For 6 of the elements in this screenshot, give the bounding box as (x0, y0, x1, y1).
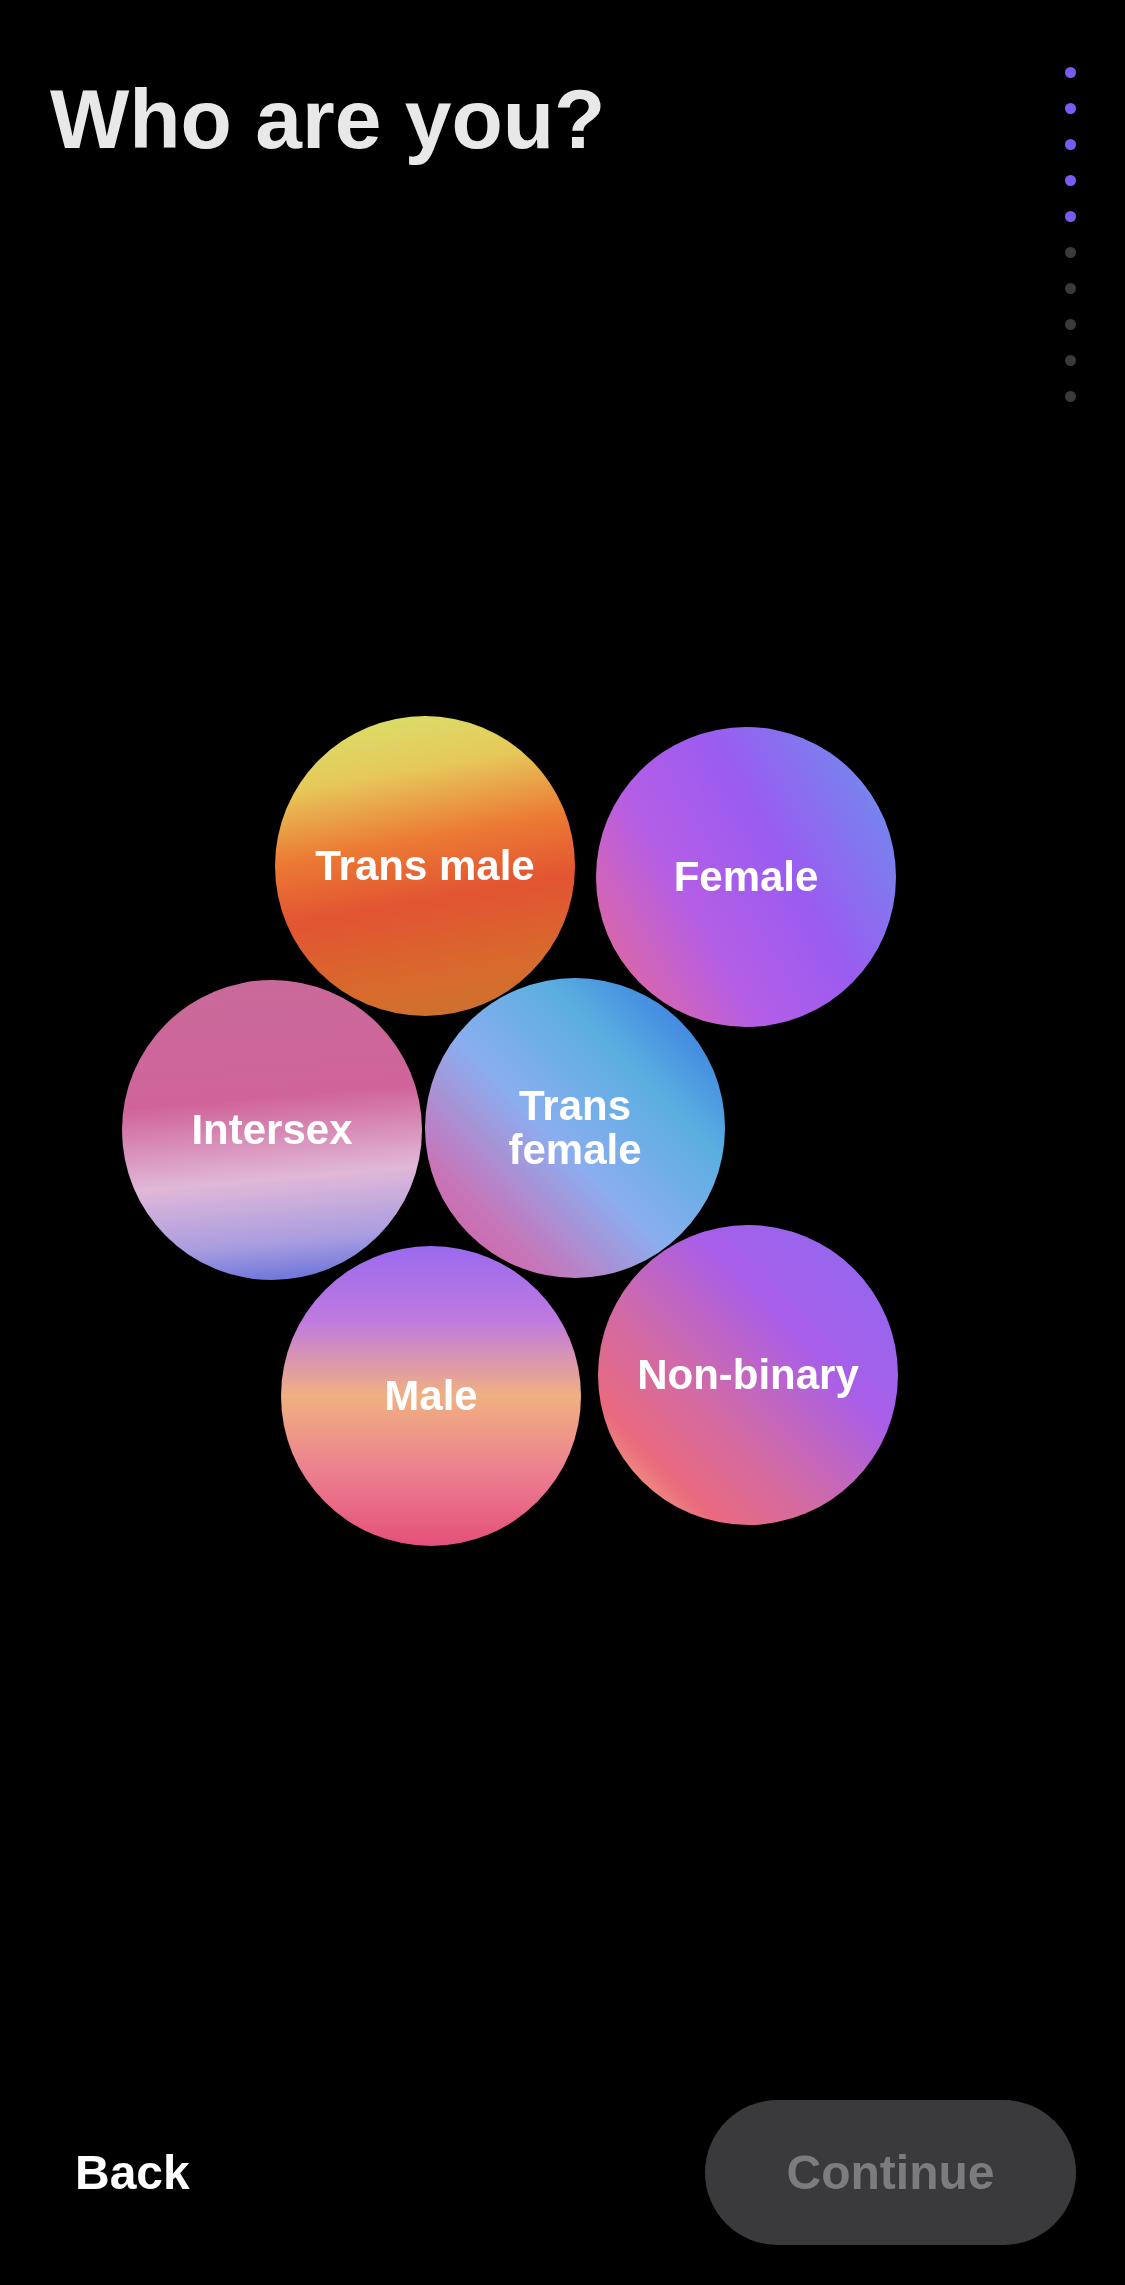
option-button[interactable]: Female (596, 727, 896, 1027)
option-button[interactable]: Intersex (122, 980, 422, 1280)
option-button[interactable]: Non-binary (598, 1225, 898, 1525)
option-button[interactable]: Male (281, 1246, 581, 1546)
option-button[interactable]: Trans male (275, 716, 575, 1016)
back-button[interactable]: Back (75, 2148, 190, 2197)
